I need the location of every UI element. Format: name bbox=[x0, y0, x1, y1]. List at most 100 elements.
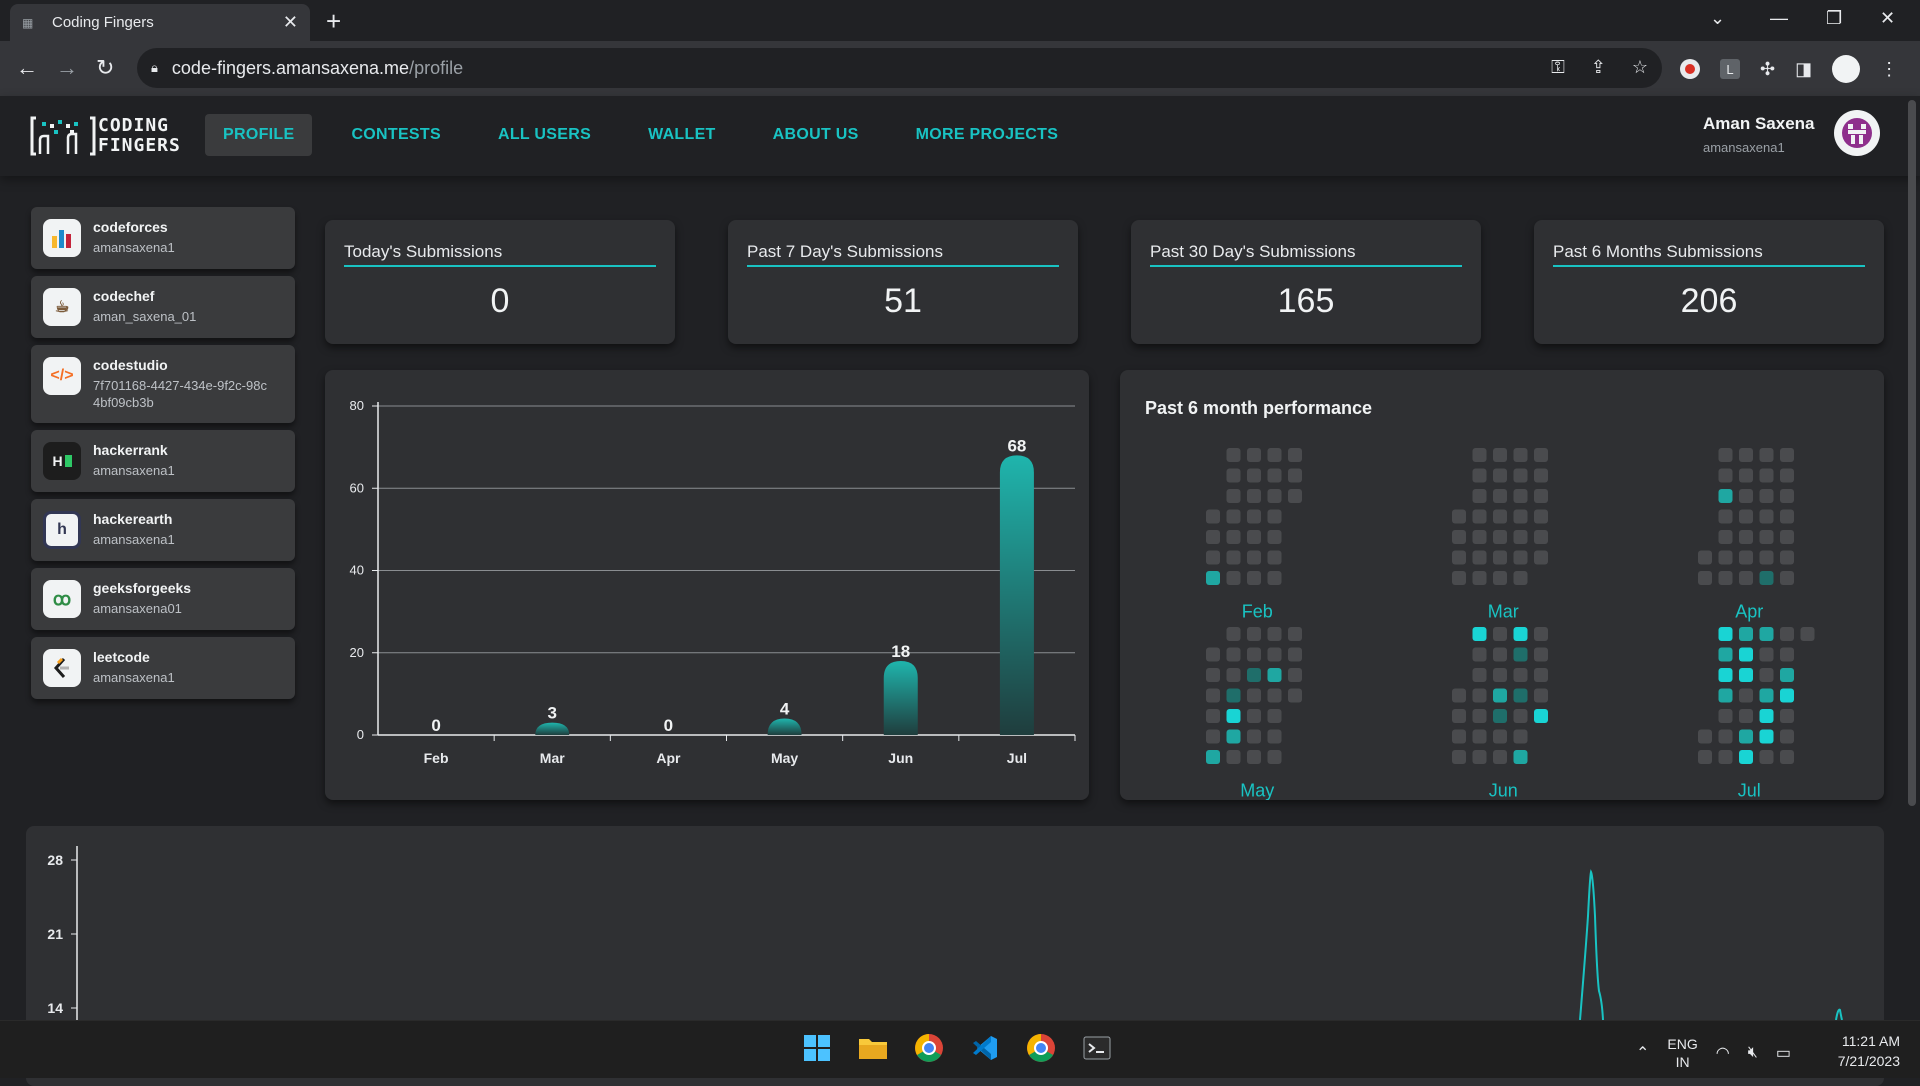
heatmap-cell bbox=[1472, 468, 1487, 483]
lock-icon[interactable]: 🔒︎ bbox=[151, 60, 158, 76]
heatmap-month-label: Apr bbox=[1735, 602, 1763, 622]
heatmap-cell bbox=[1739, 709, 1753, 723]
platform-card-leetcode[interactable]: leetcode amansaxena1 bbox=[31, 637, 295, 699]
heatmap-cell bbox=[1247, 688, 1261, 703]
x-tick-label: Feb bbox=[424, 750, 449, 766]
restore-icon[interactable]: ❐ bbox=[1826, 8, 1842, 29]
logo[interactable]: CODING FINGERS bbox=[28, 114, 181, 158]
site-header: CODING FINGERS PROFILE CONTESTS ALL USER… bbox=[0, 96, 1920, 176]
stat-value: 206 bbox=[1680, 282, 1738, 320]
close-window-icon[interactable]: ✕ bbox=[1880, 8, 1895, 29]
address-bar[interactable]: 🔒︎ code-fingers.amansaxena.me/profile ⚿ … bbox=[137, 48, 1662, 88]
heatmap-cell bbox=[1452, 530, 1466, 544]
minimize-icon[interactable]: — bbox=[1770, 8, 1788, 29]
heatmap-cell bbox=[1513, 448, 1528, 462]
heatmap-cell bbox=[1739, 571, 1753, 585]
heatmap-cell bbox=[1247, 509, 1261, 524]
platform-card-geeksforgeeks[interactable]: ꝏ geeksforgeeks amansaxena01 bbox=[31, 568, 295, 630]
browser-menu-icon[interactable]: ⋮ bbox=[1880, 59, 1898, 80]
battery-icon[interactable]: ▭ bbox=[1776, 1043, 1791, 1063]
reload-icon[interactable]: ↻ bbox=[96, 55, 114, 81]
terminal-icon[interactable] bbox=[1080, 1031, 1114, 1065]
heatmap-cell bbox=[1267, 489, 1282, 503]
heatmap-cell bbox=[1739, 688, 1753, 703]
nav-contests[interactable]: CONTESTS bbox=[333, 114, 459, 156]
platform-username: amansaxena1 bbox=[93, 240, 175, 255]
file-explorer-icon[interactable] bbox=[856, 1031, 890, 1065]
y-tick-label: 80 bbox=[350, 398, 364, 413]
heatmap-cell bbox=[1226, 668, 1241, 682]
language-indicator[interactable]: ENG IN bbox=[1667, 1035, 1697, 1071]
leetcode-icon bbox=[43, 649, 81, 687]
heatmap-cell bbox=[1493, 709, 1507, 723]
tab-search-icon[interactable]: ⌄ bbox=[1710, 8, 1725, 29]
heatmap-cell bbox=[1452, 571, 1466, 585]
chrome-icon[interactable] bbox=[912, 1031, 946, 1065]
heatmap-cell bbox=[1288, 647, 1302, 662]
heatmap-cell bbox=[1247, 489, 1261, 503]
vscode-icon[interactable] bbox=[968, 1031, 1002, 1065]
nav-wallet[interactable]: WALLET bbox=[630, 114, 734, 156]
l-extension-icon[interactable]: L bbox=[1720, 59, 1740, 79]
heatmap-cell bbox=[1718, 647, 1733, 662]
bar-value-label: 0 bbox=[431, 716, 440, 735]
new-tab-icon[interactable]: + bbox=[326, 6, 341, 37]
record-extension-icon[interactable] bbox=[1680, 59, 1700, 79]
heatmap-cell bbox=[1206, 688, 1220, 703]
heatmap-cell bbox=[1267, 668, 1282, 682]
heatmap-cell bbox=[1288, 627, 1302, 641]
heatmap-cell bbox=[1780, 647, 1794, 662]
platform-card-hackerrank[interactable]: H hackerrank amansaxena1 bbox=[31, 430, 295, 492]
tab-close-icon[interactable]: ✕ bbox=[283, 12, 298, 33]
heatmap-cell bbox=[1226, 627, 1241, 641]
heatmap-cell bbox=[1472, 489, 1487, 503]
chrome-profile-icon[interactable] bbox=[1024, 1031, 1058, 1065]
nav-all-users[interactable]: ALL USERS bbox=[480, 114, 609, 156]
platform-name: hackerrank bbox=[93, 442, 168, 458]
codestudio-icon: </> bbox=[43, 357, 81, 395]
bookmark-star-icon[interactable]: ☆ bbox=[1632, 57, 1648, 78]
wifi-icon[interactable]: ◠ bbox=[1716, 1043, 1730, 1063]
heatmap-cell bbox=[1247, 668, 1261, 682]
platform-card-codestudio[interactable]: </> codestudio 7f701168-4427-434e-9f2c-98… bbox=[31, 345, 295, 423]
platform-name: codechef bbox=[93, 288, 155, 304]
platform-card-codechef[interactable]: ☕︎ codechef aman_saxena_01 bbox=[31, 276, 295, 338]
heatmap-cell bbox=[1534, 627, 1548, 641]
browser-tab[interactable]: ▦ Coding Fingers ✕ bbox=[10, 4, 310, 41]
side-panel-icon[interactable]: ◨ bbox=[1795, 59, 1812, 80]
stat-card-6-months: Past 6 Months Submissions 206 bbox=[1534, 220, 1884, 344]
system-clock[interactable]: 11:21 AM 7/21/2023 bbox=[1838, 1031, 1900, 1071]
heatmap-cell bbox=[1288, 489, 1302, 503]
heatmap-cell bbox=[1472, 550, 1487, 565]
heatmap-cell bbox=[1718, 729, 1733, 744]
nav-more-projects[interactable]: MORE PROJECTS bbox=[898, 114, 1077, 156]
heatmap-cell bbox=[1759, 688, 1774, 703]
heatmap-cell bbox=[1267, 571, 1282, 585]
avatar[interactable] bbox=[1834, 110, 1880, 156]
tray-overflow-icon[interactable]: ⌃ bbox=[1636, 1043, 1649, 1063]
y-tick-label: 40 bbox=[350, 563, 364, 578]
key-icon[interactable]: ⚿ bbox=[1551, 57, 1565, 78]
volume-muted-icon[interactable]: 🔇︎ bbox=[1748, 1044, 1758, 1062]
heatmap-cell bbox=[1226, 729, 1241, 744]
extensions-puzzle-icon[interactable]: ✣ bbox=[1760, 59, 1775, 80]
platform-card-codeforces[interactable]: codeforces amansaxena1 bbox=[31, 207, 295, 269]
heatmap-cell bbox=[1780, 750, 1794, 764]
nav-profile[interactable]: PROFILE bbox=[205, 114, 313, 156]
forward-icon[interactable]: → bbox=[56, 55, 78, 81]
heatmap-cell bbox=[1759, 571, 1774, 585]
browser-profile-icon[interactable] bbox=[1832, 55, 1861, 83]
windows-start-icon[interactable] bbox=[800, 1031, 834, 1065]
platform-card-hackerearth[interactable]: h hackerearth amansaxena1 bbox=[31, 499, 295, 561]
stat-card-7-days: Past 7 Day's Submissions 51 bbox=[728, 220, 1078, 344]
page-scrollbar[interactable] bbox=[1908, 100, 1916, 806]
heatmap-cell bbox=[1759, 668, 1774, 682]
heatmap-cell bbox=[1739, 530, 1753, 544]
heatmap-cell bbox=[1718, 709, 1733, 723]
heatmap-cell bbox=[1780, 489, 1794, 503]
nav-about-us[interactable]: ABOUT US bbox=[755, 114, 877, 156]
back-icon[interactable]: ← bbox=[16, 55, 38, 81]
heatmap-cell bbox=[1226, 688, 1241, 703]
heatmap-cell bbox=[1247, 627, 1261, 641]
share-icon[interactable]: ⇪ bbox=[1591, 57, 1606, 78]
